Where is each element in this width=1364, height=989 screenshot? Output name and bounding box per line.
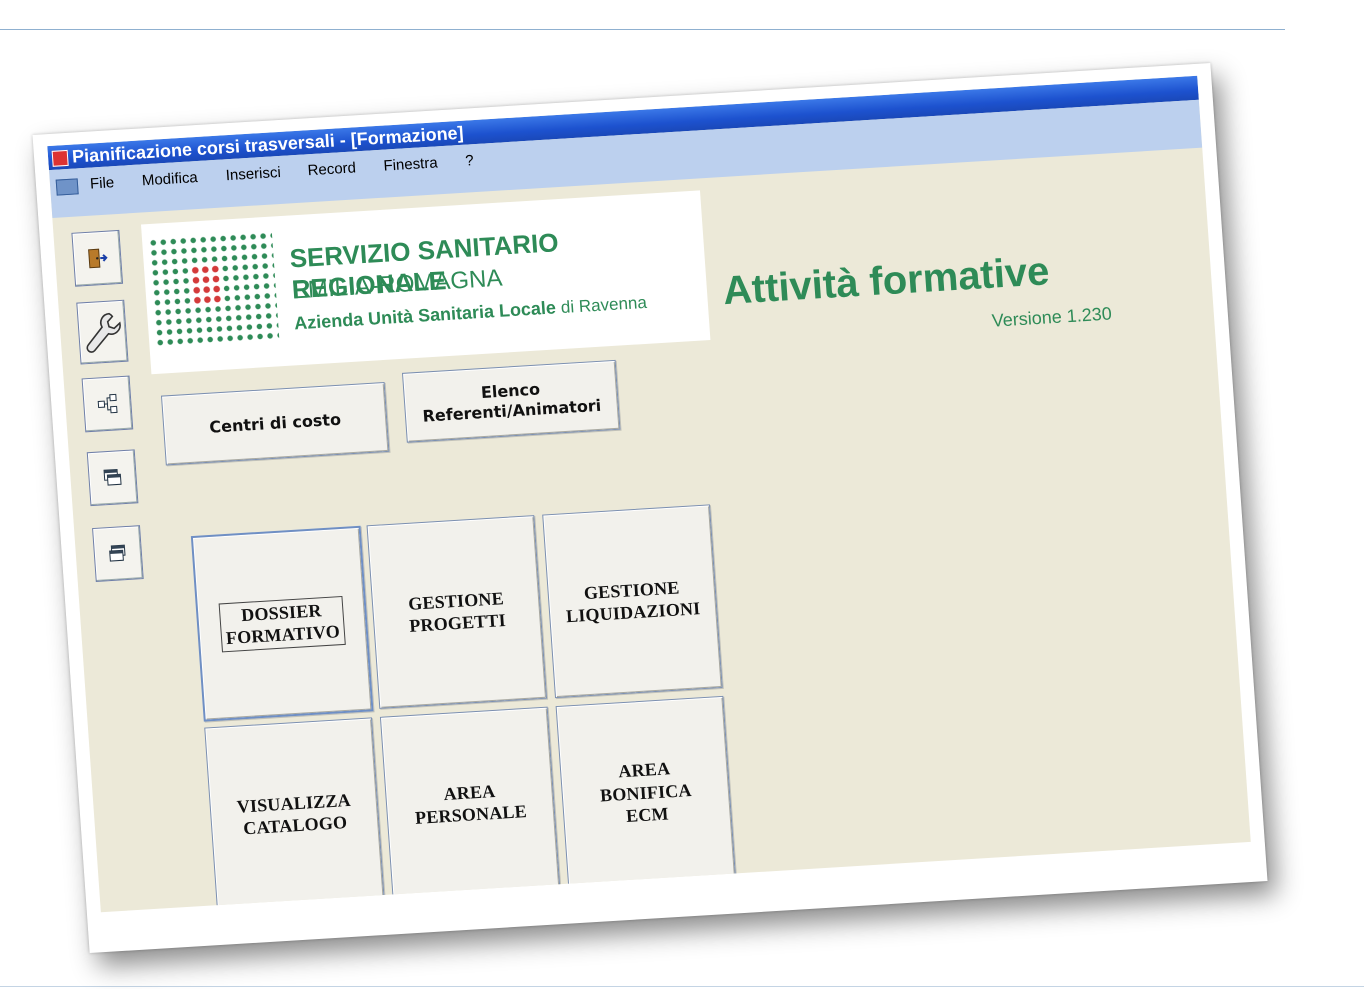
exit-button[interactable]	[71, 229, 124, 287]
menu-inserisci[interactable]: Inserisci	[225, 164, 281, 184]
personale-label-line1: AREA	[442, 780, 496, 804]
form-content: SERVIZIO SANITARIO REGIONALE EMILIA-ROMA…	[52, 148, 1250, 913]
menu-help[interactable]: ?	[465, 152, 475, 169]
wrench-icon	[81, 309, 124, 355]
menu-record[interactable]: Record	[307, 159, 356, 179]
settings-button[interactable]	[76, 299, 129, 365]
menu-finestra[interactable]: Finestra	[383, 154, 438, 174]
progetti-label-line2: PROGETTI	[408, 610, 507, 636]
logo-agency-city: di Ravenna	[560, 292, 648, 318]
screenshot-photo: Pianificazione corsi trasversali - [Form…	[32, 62, 1268, 954]
gestione-liquidazioni-button[interactable]: GESTIONE LIQUIDAZIONI	[542, 504, 723, 699]
menu-file[interactable]: File	[89, 174, 114, 192]
windows-alt-button[interactable]	[92, 525, 144, 582]
area-personale-button[interactable]: AREA PERSONALE	[379, 706, 561, 901]
form-icon[interactable]	[55, 178, 79, 196]
hierarchy-icon	[96, 392, 119, 415]
gestione-progetti-button[interactable]: GESTIONE PROGETTI	[366, 515, 548, 709]
windows-icon	[101, 466, 124, 489]
elenco-label-line2: Referenti/Animatori	[421, 395, 602, 426]
top-divider	[0, 29, 1285, 30]
personale-label-line2: PERSONALE	[414, 801, 528, 828]
bonifica-label-line3: ECM	[625, 803, 670, 827]
logo-dots	[147, 230, 280, 348]
dossier-focus-box: DOSSIER FORMATIVO	[218, 595, 346, 652]
exit-door-icon	[85, 247, 108, 270]
centri-di-costo-button[interactable]: Centri di costo	[160, 381, 390, 466]
centri-di-costo-label: Centri di costo	[208, 409, 342, 437]
windows-alt-icon	[106, 542, 129, 565]
elenco-referenti-button[interactable]: Elenco Referenti/Animatori	[401, 359, 621, 443]
access-window: Pianificazione corsi trasversali - [Form…	[47, 75, 1251, 913]
bottom-divider	[0, 986, 1364, 987]
logo-red-dots	[189, 263, 223, 306]
visualizza-catalogo-button[interactable]: VISUALIZZA CATALOGO	[204, 717, 385, 912]
menu-modifica[interactable]: Modifica	[141, 169, 198, 189]
relationships-button[interactable]	[81, 375, 134, 433]
version-label: Versione 1.230	[991, 303, 1113, 331]
area-bonifica-ecm-button[interactable]: AREA BONIFICA ECM	[555, 695, 737, 890]
bonifica-label-line1: AREA	[617, 758, 671, 782]
app-icon	[51, 149, 69, 167]
regional-logo-panel: SERVIZIO SANITARIO REGIONALE EMILIA-ROMA…	[140, 190, 711, 375]
bonifica-label-line2: BONIFICA	[599, 779, 693, 806]
windows-button[interactable]	[86, 449, 139, 507]
app-title: Attività formative	[721, 249, 1051, 314]
dossier-formativo-button[interactable]: DOSSIER FORMATIVO	[190, 525, 374, 722]
